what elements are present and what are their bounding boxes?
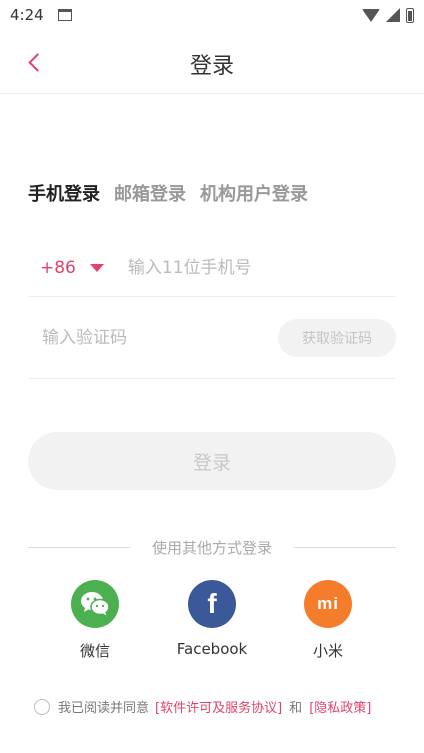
wifi-icon (362, 8, 380, 22)
country-code-value: +86 (40, 258, 76, 278)
agreement-row: 我已阅读并同意 [软件许可及服务协议] 和 [隐私政策] (34, 697, 414, 716)
agreement-checkbox[interactable] (34, 698, 50, 715)
status-time: 4:24 (10, 6, 44, 24)
agreement-conjunction: 和 (289, 701, 303, 716)
wechat-icon (71, 580, 119, 628)
get-code-button[interactable]: 获取验证码 (278, 319, 396, 357)
caret-down-icon (89, 264, 104, 272)
phone-input[interactable] (125, 257, 360, 279)
privacy-link[interactable]: [隐私政策] (309, 697, 371, 716)
xiaomi-login-button[interactable]: mi 小米 (278, 580, 378, 661)
login-button[interactable]: 登录 (28, 432, 396, 490)
tab-email-login[interactable]: 邮箱登录 (114, 180, 186, 206)
divider-line-right (294, 546, 397, 548)
page-title: 登录 (189, 54, 234, 79)
code-row: 获取验证码 (28, 298, 396, 379)
facebook-icon: f (188, 580, 236, 628)
phone-row: +86 (28, 240, 396, 297)
signal-icon (386, 8, 400, 22)
status-left: 4:24 (0, 6, 72, 24)
terms-link[interactable]: [软件许可及服务协议] (155, 697, 282, 716)
wechat-login-button[interactable]: 微信 (45, 580, 145, 661)
login-tabs: 手机登录 邮箱登录 机构用户登录 (28, 180, 308, 206)
status-right (362, 7, 424, 23)
tab-phone-login[interactable]: 手机登录 (28, 180, 100, 206)
verification-code-input[interactable] (40, 327, 244, 349)
country-code-selector[interactable]: +86 (40, 258, 104, 278)
other-login-divider: 使用其他方式登录 (28, 536, 397, 558)
facebook-label: Facebook (176, 640, 248, 658)
header: 登录 (0, 30, 424, 94)
xiaomi-label: 小米 (312, 642, 343, 660)
facebook-login-button[interactable]: f Facebook (162, 580, 262, 658)
divider-line-left (28, 546, 130, 548)
other-login-text: 使用其他方式登录 (152, 538, 273, 557)
xiaomi-icon: mi (304, 580, 352, 628)
battery-icon (406, 7, 414, 23)
status-bar: 4:24 (0, 0, 424, 30)
wechat-label: 微信 (79, 642, 110, 660)
tab-institution-login[interactable]: 机构用户登录 (200, 180, 308, 206)
calendar-icon (57, 9, 72, 21)
agreement-prefix: 我已阅读并同意 (58, 701, 150, 716)
